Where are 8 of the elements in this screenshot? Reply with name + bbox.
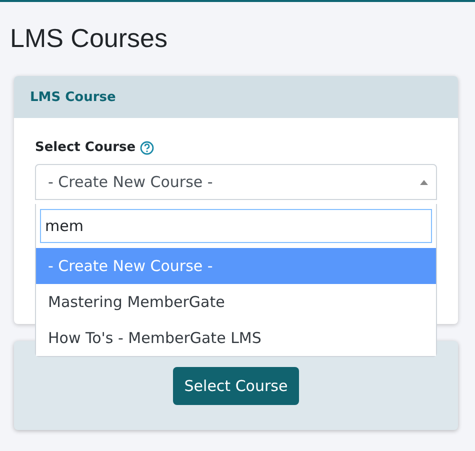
page-title: LMS Courses xyxy=(10,22,168,55)
card-title: LMS Course xyxy=(30,90,116,104)
help-icon[interactable] xyxy=(140,140,154,154)
course-select[interactable]: - Create New Course - xyxy=(35,164,437,200)
search-field[interactable]: mem xyxy=(40,209,432,243)
select-course-button[interactable]: Select Course xyxy=(173,367,299,405)
caret-icon xyxy=(420,180,428,184)
field-label: Select Course xyxy=(35,140,136,155)
